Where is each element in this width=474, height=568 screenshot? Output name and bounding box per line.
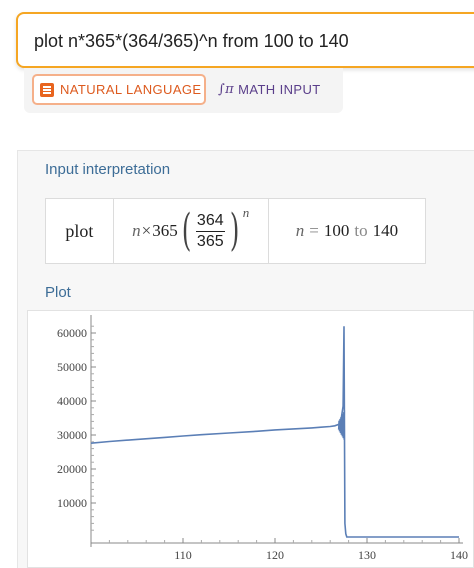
right-paren: ) xyxy=(229,205,239,256)
x-tick-label: 120 xyxy=(266,548,284,562)
command-text: plot xyxy=(65,220,94,241)
natural-language-button[interactable]: NATURAL LANGUAGE xyxy=(32,74,206,105)
natural-language-label: NATURAL LANGUAGE xyxy=(60,82,202,97)
expr-fraction: 364 365 xyxy=(195,211,225,252)
natural-language-icon xyxy=(40,82,54,97)
range-to: 140 xyxy=(372,221,399,240)
expr-times: × xyxy=(141,221,152,240)
expr-denominator: 365 xyxy=(196,232,224,250)
series-line xyxy=(90,326,459,538)
y-tick-label: 50000 xyxy=(57,360,87,374)
command-cell: plot xyxy=(46,199,114,263)
input-interpretation-table: plot n × 365 ( 364 365 ) n n = 100 to 14… xyxy=(45,198,426,264)
left-paren: ( xyxy=(181,205,192,256)
y-tick-label: 10000 xyxy=(57,496,87,510)
y-tick-label: 30000 xyxy=(57,428,87,442)
search-box[interactable] xyxy=(16,12,474,68)
x-tick-label: 130 xyxy=(358,548,376,562)
y-tick-label: 60000 xyxy=(57,326,87,340)
plot-chart: 10000 20000 30000 40000 50000 60000 110 120 130 1… xyxy=(57,315,468,562)
x-tick-label: 140 xyxy=(450,548,468,562)
plot-title: Plot xyxy=(45,284,71,301)
math-input-icon: ∫π xyxy=(218,82,235,97)
input-interpretation-title: Input interpretation xyxy=(45,161,171,178)
x-tick-label: 110 xyxy=(174,548,192,562)
range-from: 100 xyxy=(323,221,350,240)
y-tick-label: 40000 xyxy=(57,394,87,408)
input-mode-bar: NATURAL LANGUAGE ∫π MATH INPUT xyxy=(24,68,343,113)
range-to-word: to xyxy=(354,221,368,240)
expression-cell: n × 365 ( 364 365 ) n xyxy=(114,199,269,263)
range-equals: = xyxy=(309,221,319,240)
y-tick-label: 20000 xyxy=(57,462,87,476)
plot-image: 10000 20000 30000 40000 50000 60000 110 120 130 1… xyxy=(27,310,474,568)
expr-numerator: 364 xyxy=(195,211,225,232)
expr-variable: n xyxy=(132,221,141,240)
range-cell: n = 100 to 140 xyxy=(269,199,425,263)
expr-exponent: n xyxy=(242,205,250,220)
math-input-label: MATH INPUT xyxy=(238,82,321,97)
range-variable: n xyxy=(295,221,305,240)
search-input[interactable] xyxy=(34,28,474,54)
expr-coefficient: 365 xyxy=(152,221,178,240)
math-input-button[interactable]: ∫π MATH INPUT xyxy=(214,74,339,105)
